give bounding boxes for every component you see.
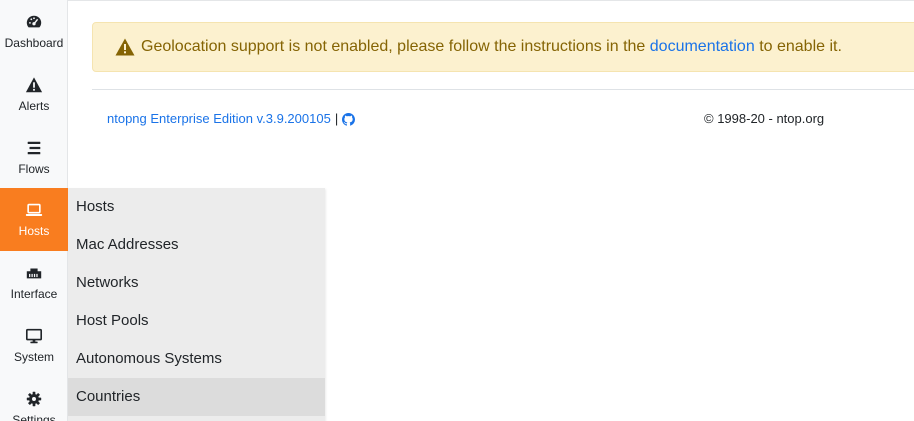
laptop-icon: [25, 203, 43, 217]
footer-divider: [92, 89, 914, 90]
sidebar-item-label: Hosts: [18, 224, 50, 238]
documentation-link[interactable]: documentation: [650, 38, 755, 55]
sidebar-item-label: System: [13, 350, 54, 364]
dashboard-icon: [26, 15, 42, 28]
sidebar-item-label: Interface: [10, 287, 58, 301]
sidebar-item-interface[interactable]: Interface: [0, 251, 68, 314]
submenu-item-autonomous-systems[interactable]: Autonomous Systems: [68, 340, 325, 378]
sidebar-item-label: Dashboard: [4, 36, 64, 50]
warning-icon: [115, 38, 135, 56]
sidebar-item-label: Alerts: [18, 99, 50, 113]
footer-separator: |: [334, 111, 339, 126]
submenu-item-hosts[interactable]: Hosts: [68, 188, 325, 226]
sidebar-item-label: Flows: [18, 162, 50, 176]
sidebar-item-label: Settings: [12, 413, 56, 421]
sidebar: Dashboard Alerts Flows Hosts Interface S…: [0, 0, 68, 421]
stream-icon: [27, 141, 41, 155]
alert-text-before: Geolocation support is not enabled, plea…: [141, 38, 646, 55]
hosts-submenu: Hosts Mac Addresses Networks Host Pools …: [68, 188, 325, 421]
top-divider: [68, 0, 914, 1]
desktop-icon: [25, 328, 43, 344]
sidebar-item-system[interactable]: System: [0, 314, 68, 377]
edition-link[interactable]: ntopng Enterprise Edition v.3.9.200105: [107, 111, 331, 127]
sidebar-item-hosts[interactable]: Hosts: [0, 188, 68, 251]
submenu-item-networks[interactable]: Networks: [68, 264, 325, 302]
footer-edition: ntopng Enterprise Edition v.3.9.200105 |: [107, 111, 356, 127]
warning-icon: [25, 77, 43, 93]
sidebar-item-settings[interactable]: Settings: [0, 377, 68, 421]
sidebar-item-alerts[interactable]: Alerts: [0, 63, 68, 126]
alert-text-after: to enable it.: [759, 38, 842, 55]
copyright: © 1998-20 - ntop.org: [704, 111, 825, 126]
github-icon[interactable]: [342, 112, 356, 126]
geolocation-alert: Geolocation support is not enabled, plea…: [92, 22, 914, 72]
sidebar-item-dashboard[interactable]: Dashboard: [0, 0, 68, 63]
ethernet-icon: [26, 268, 42, 279]
submenu-item-host-pools[interactable]: Host Pools: [68, 302, 325, 340]
cog-icon: [26, 391, 42, 407]
submenu-item-countries[interactable]: Countries: [68, 378, 325, 416]
app-root: Dashboard Alerts Flows Hosts Interface S…: [0, 0, 914, 421]
sidebar-item-flows[interactable]: Flows: [0, 126, 68, 189]
alert-text: Geolocation support is not enabled, plea…: [141, 38, 842, 56]
submenu-item-mac-addresses[interactable]: Mac Addresses: [68, 226, 325, 264]
